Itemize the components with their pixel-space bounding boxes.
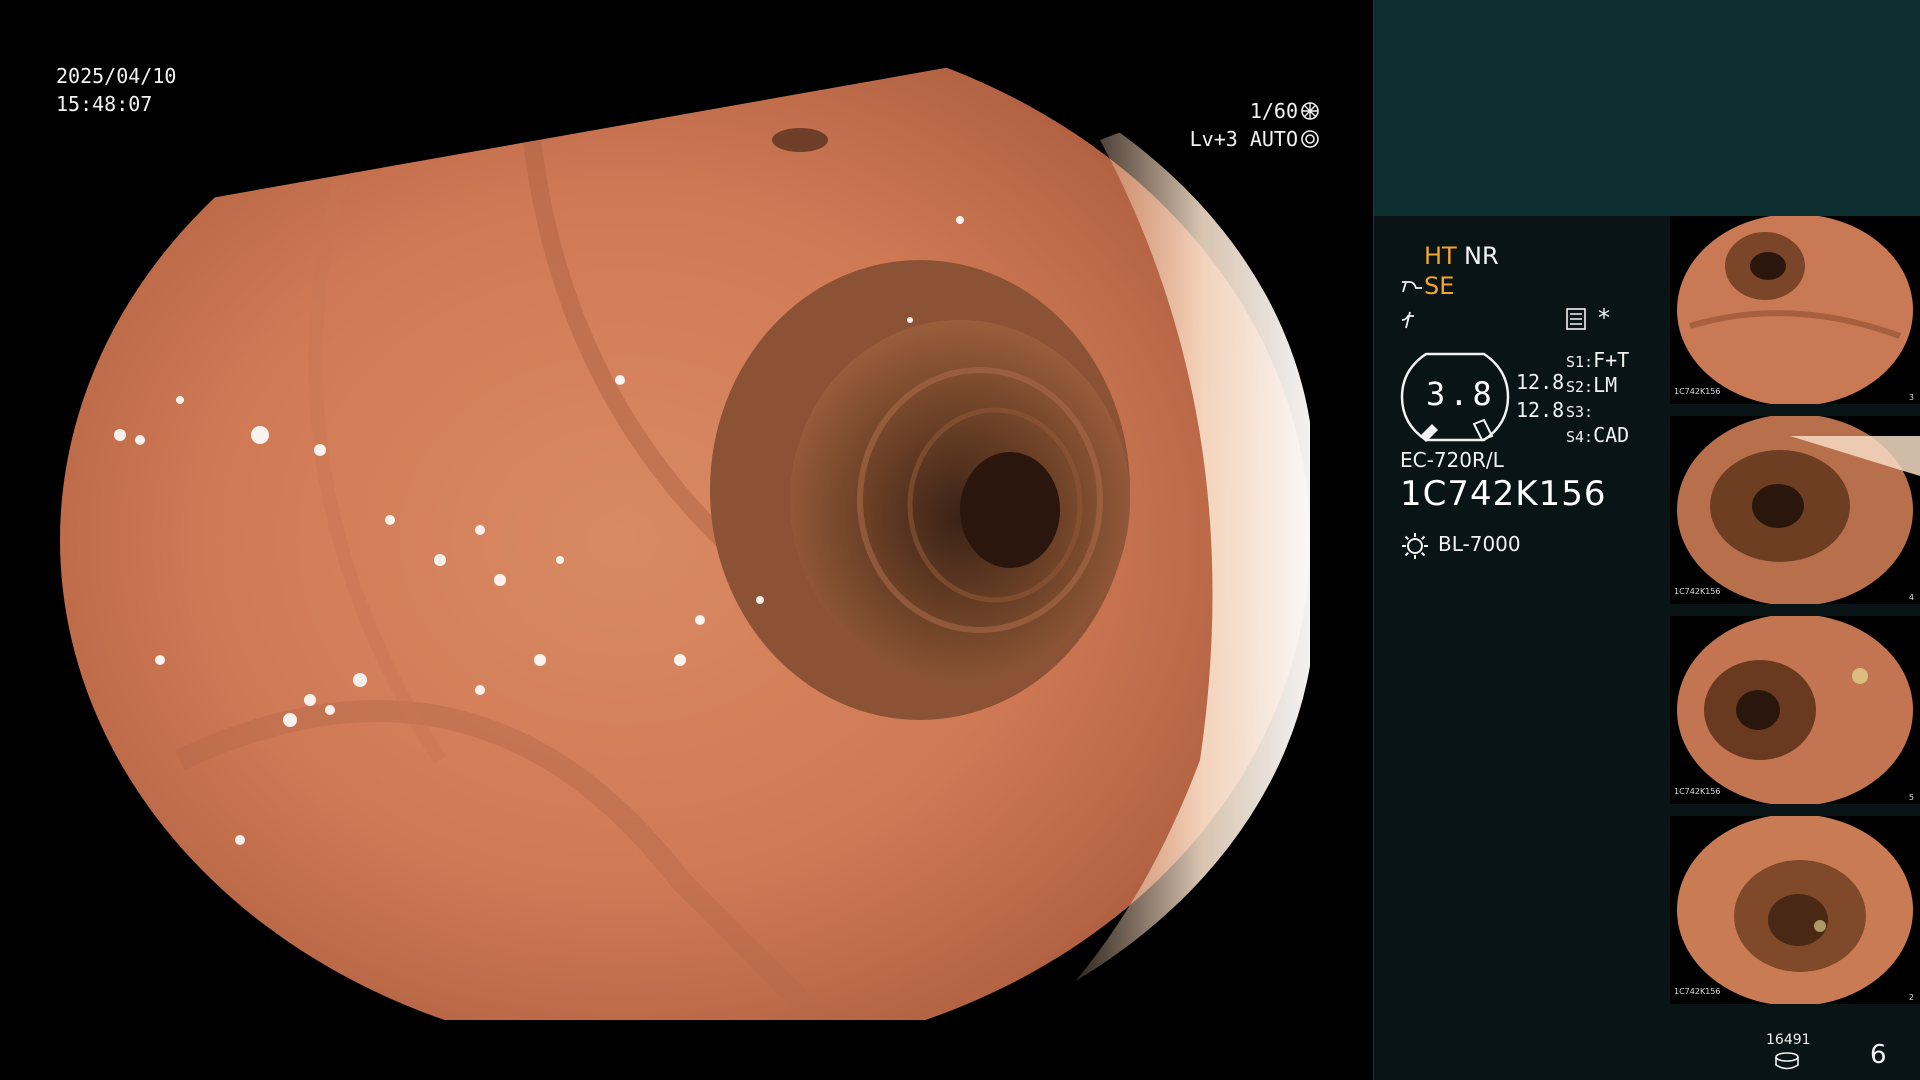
nr-indicator: NR <box>1464 242 1499 270</box>
thumbnail-image <box>1677 616 1913 804</box>
endoscope-image <box>60 60 1310 1020</box>
settings-menu-icon <box>1566 308 1586 330</box>
structure-enhance-icon <box>1402 281 1422 293</box>
thumbnail-number: 5 <box>1908 793 1914 802</box>
slot-s3: S3: <box>1566 403 1594 421</box>
se-indicator: SE <box>1400 272 1454 300</box>
capture-thumbnail[interactable]: 1C742K156 2 <box>1670 816 1920 1004</box>
slot-s1: S1:F+T <box>1566 348 1630 372</box>
storage-disk-icon <box>1775 1052 1799 1070</box>
thumbnail-image <box>1677 416 1920 604</box>
thumbnail-serial: 1C742K156 <box>1674 387 1721 396</box>
exposure-readout: 1/60 Lv+3 AUTO <box>1180 97 1320 153</box>
time-text: 15:48:07 <box>56 92 153 116</box>
se-text: SE <box>1424 272 1455 300</box>
capture-thumbnail[interactable]: 1C742K156 5 <box>1670 616 1920 804</box>
capture-thumbnail[interactable]: 1C742K156 3 <box>1670 216 1920 404</box>
endoscope-live-view <box>60 60 1310 1020</box>
thumbnail-number: 3 <box>1908 393 1914 402</box>
thumbnail-number: 2 <box>1908 993 1914 1002</box>
date-text: 2025/04/10 <box>56 64 177 88</box>
date-time-readout: 2025/04/10 15:48:07 <box>56 62 176 118</box>
storage-count: 16491 <box>1766 1032 1811 1048</box>
thumbnail-image <box>1677 816 1913 1004</box>
readout-value-2: 12.8 <box>1516 398 1565 422</box>
slot-s2: S2:LM <box>1566 373 1618 397</box>
endoscopy-screen: 2025/04/10 15:48:07 1/60 Lv+3 AUTO HT NR… <box>0 0 1920 1080</box>
thumbnail-serial: 1C742K156 <box>1674 787 1721 796</box>
zoom-value: 3.8 <box>1426 375 1496 413</box>
level-mode-text: Lv+3 AUTO <box>1189 127 1298 151</box>
slot-s4: S4:CAD <box>1566 423 1630 447</box>
thumbnail-serial: 1C742K156 <box>1674 987 1721 996</box>
asterisk-indicator: * <box>1598 304 1610 332</box>
shutter-text: 1/60 <box>1249 99 1298 123</box>
thumbnail-image <box>1677 216 1913 404</box>
filter-icon <box>1401 311 1414 329</box>
capture-count: 6 <box>1870 1040 1887 1070</box>
capture-thumbnail[interactable]: 1C742K156 4 <box>1670 416 1920 604</box>
readout-value-1: 12.8 <box>1516 370 1565 394</box>
panel-header-area <box>1374 0 1920 216</box>
shutter-icon <box>1301 102 1319 120</box>
scope-serial: 1C742K156 <box>1400 474 1607 514</box>
thumbnail-serial: 1C742K156 <box>1674 587 1721 596</box>
scope-model: EC-720R/L <box>1400 448 1504 472</box>
ht-indicator: HT <box>1424 242 1457 270</box>
thumbnail-number: 4 <box>1908 593 1914 602</box>
light-source-icon <box>1402 533 1428 559</box>
light-source-model: BL-7000 <box>1438 532 1521 556</box>
iris-icon <box>1301 130 1319 148</box>
